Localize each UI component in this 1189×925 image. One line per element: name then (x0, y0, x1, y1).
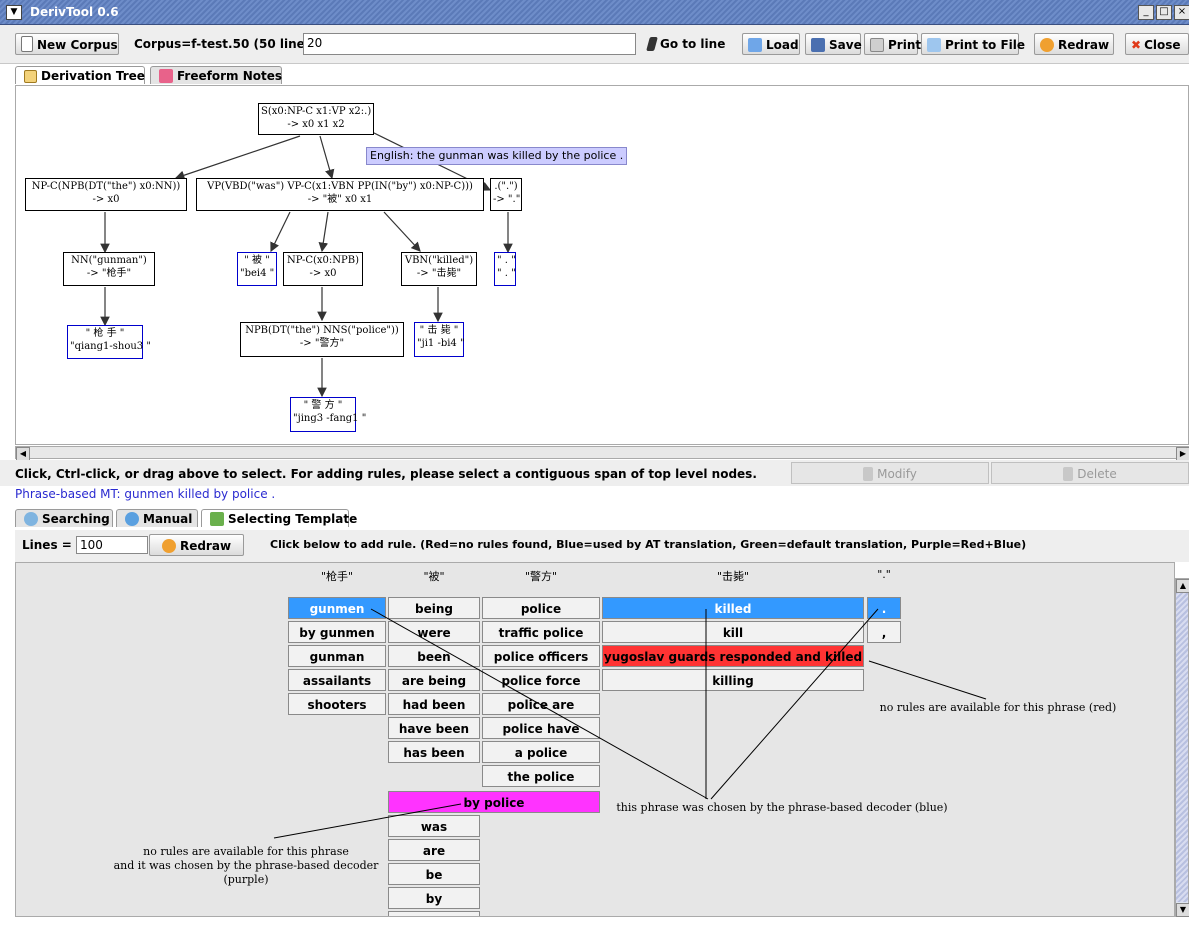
template-icon (210, 512, 224, 526)
tree-node-vbn[interactable]: VBN("killed") -> "击毙" (401, 252, 477, 286)
manual-icon (125, 512, 139, 526)
tree-node-vp[interactable]: VP(VBD("was") VP-C(x1:VBN PP(IN("by") x0… (196, 178, 484, 211)
scroll-left-icon[interactable]: ◀ (16, 447, 30, 461)
scroll-down-icon[interactable]: ▼ (1176, 903, 1189, 917)
tree-horizontal-scrollbar[interactable]: ◀ ▶ (15, 446, 1189, 461)
tree-leaf-bei[interactable]: " 被 " "bei4 " (237, 252, 277, 286)
note-purple-line3: (purple) (223, 873, 269, 886)
scrollbar-thumb[interactable] (1176, 592, 1188, 902)
tree-leaf-period[interactable]: " . " " . " (494, 252, 516, 286)
refresh-icon (161, 539, 176, 553)
note-red: no rules are available for this phrase (… (879, 701, 1117, 714)
tab-searching[interactable]: Searching (15, 509, 113, 527)
tree-node-root[interactable]: S(x0:NP-C x1:VP x2:.) -> x0 x1 x2 (258, 103, 374, 135)
phrase-table-area: "枪手" "被" "警方" "击毙" "." gunmen by gunmen … (15, 562, 1175, 917)
search-icon (24, 512, 38, 526)
lower-redraw-button[interactable]: Redraw (149, 534, 244, 556)
lines-input[interactable]: 100 (76, 536, 148, 554)
modify-button[interactable]: Modify (791, 462, 989, 484)
tree-node-npb[interactable]: NPB(DT("the") NNS("police")) -> "警方" (240, 322, 404, 357)
tree-leaf-qiangshou[interactable]: " 枪 手 " "qiang1-shou3 " (67, 325, 151, 359)
lower-controls: Lines = 100 Redraw Click below to add ru… (15, 530, 1189, 562)
lines-label: Lines = (22, 538, 72, 552)
tab-selecting-template[interactable]: Selecting Template (201, 509, 357, 527)
status-row: Click, Ctrl-click, or drag above to sele… (0, 460, 1189, 486)
note-purple-line2: and it was chosen by the phrase-based de… (113, 859, 379, 872)
delete-icon (1063, 467, 1074, 481)
note-blue: this phrase was chosen by the phrase-bas… (616, 801, 948, 814)
tree-node-period[interactable]: .(".") -> "." (490, 178, 522, 211)
tree-edges (100, 131, 513, 398)
color-legend-instructions: Click below to add rule. (Red=no rules f… (270, 538, 1027, 551)
note-purple-line1: no rules are available for this phrase (143, 845, 349, 858)
tree-leaf-jingfang[interactable]: " 警 方 " "jing3 -fang1 " (290, 397, 366, 432)
modify-icon (863, 467, 874, 481)
phrase-based-mt-output: Phrase-based MT: gunmen killed by police… (15, 487, 276, 501)
tree-node-npc[interactable]: NP-C(x0:NPB) -> x0 (283, 252, 363, 286)
scroll-up-icon[interactable]: ▲ (1176, 579, 1189, 593)
tree-node-np[interactable]: NP-C(NPB(DT("the") x0:NN)) -> x0 (25, 178, 187, 211)
delete-button[interactable]: Delete (991, 462, 1189, 484)
tab-manual[interactable]: Manual (116, 509, 198, 527)
english-sentence-label: English: the gunman was killed by the po… (366, 147, 628, 165)
tree-leaf-jibi[interactable]: " 击 毙 " "ji1 -bi4 " (414, 322, 465, 357)
scroll-right-icon[interactable]: ▶ (1176, 447, 1189, 461)
selection-hint: Click, Ctrl-click, or drag above to sele… (15, 467, 757, 481)
tree-node-nn[interactable]: NN("gunman") -> "枪手" (63, 252, 155, 286)
